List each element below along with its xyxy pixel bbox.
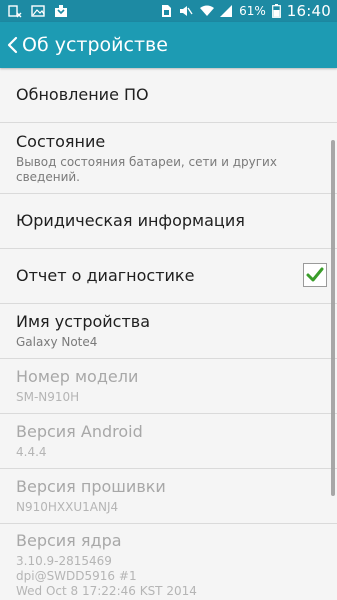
list-item-summary: Galaxy Note4 — [16, 335, 98, 349]
list-item-diagnostics-report[interactable]: Отчет о диагностике — [0, 249, 337, 304]
status-bar-system: 61% 16:40 — [159, 2, 331, 20]
list-item-legal-info[interactable]: Юридическая информация — [0, 194, 337, 249]
battery-percent: 61% — [239, 4, 266, 18]
list-item-title: Имя устройства — [16, 312, 151, 331]
list-item-kernel-version: Версия ядра 3.10.9-2815469 dpi@SWDD5916 … — [0, 524, 337, 600]
list-item-title: Версия прошивки — [16, 477, 166, 496]
scrollbar[interactable] — [331, 140, 335, 496]
clock: 16:40 — [286, 2, 331, 20]
list-item-baseband-version: Версия прошивки N910HXXU1ANJ4 — [0, 469, 337, 524]
list-item-status[interactable]: Состояние Вывод состояния батареи, сети … — [0, 123, 337, 194]
list-item-summary: SM-N910H — [16, 390, 80, 404]
list-item-summary-line: dpi@SWDD5916 #1 — [16, 569, 137, 583]
list-item-title: Отчет о диагностике — [16, 266, 195, 285]
list-item-title: Юридическая информация — [16, 211, 245, 230]
wifi-icon — [199, 4, 215, 18]
image-icon — [31, 4, 45, 18]
list-item-device-name[interactable]: Имя устройства Galaxy Note4 — [0, 304, 337, 359]
list-item-model-number: Номер модели SM-N910H — [0, 359, 337, 414]
list-item-summary: 4.4.4 — [16, 445, 47, 459]
action-bar: Об устройстве — [0, 22, 337, 68]
list-item-summary: N910HXXU1ANJ4 — [16, 500, 119, 514]
list-item-title: Обновление ПО — [16, 85, 149, 104]
list-item-software-update[interactable]: Обновление ПО — [0, 68, 337, 123]
mute-icon — [179, 4, 193, 18]
diagnostics-checkbox[interactable] — [303, 263, 327, 287]
settings-list: Обновление ПО Состояние Вывод состояния … — [0, 68, 337, 600]
list-item-summary: Вывод состояния батареи, сети и других с… — [16, 154, 277, 184]
chevron-left-icon — [6, 35, 20, 55]
status-bar-notifications — [8, 4, 68, 18]
list-item-summary-line: Wed Oct 8 17:22:46 KST 2014 — [16, 584, 197, 598]
list-item-android-version: Версия Android 4.4.4 — [0, 414, 337, 469]
battery-icon — [271, 4, 281, 18]
notification-icon — [8, 4, 22, 18]
status-bar: 61% 16:40 — [0, 0, 337, 22]
checkmark-icon — [306, 267, 324, 282]
signal-icon — [219, 4, 233, 18]
list-item-title: Состояние — [16, 131, 106, 151]
list-item-title: Номер модели — [16, 367, 139, 386]
page-title: Об устройстве — [22, 34, 168, 56]
list-item-title: Версия Android — [16, 422, 143, 441]
back-button[interactable]: Об устройстве — [6, 22, 174, 68]
sim-icon — [159, 4, 173, 18]
download-icon — [54, 4, 68, 18]
list-item-summary-line: 3.10.9-2815469 — [16, 554, 112, 568]
list-item-title: Версия ядра — [16, 531, 122, 550]
